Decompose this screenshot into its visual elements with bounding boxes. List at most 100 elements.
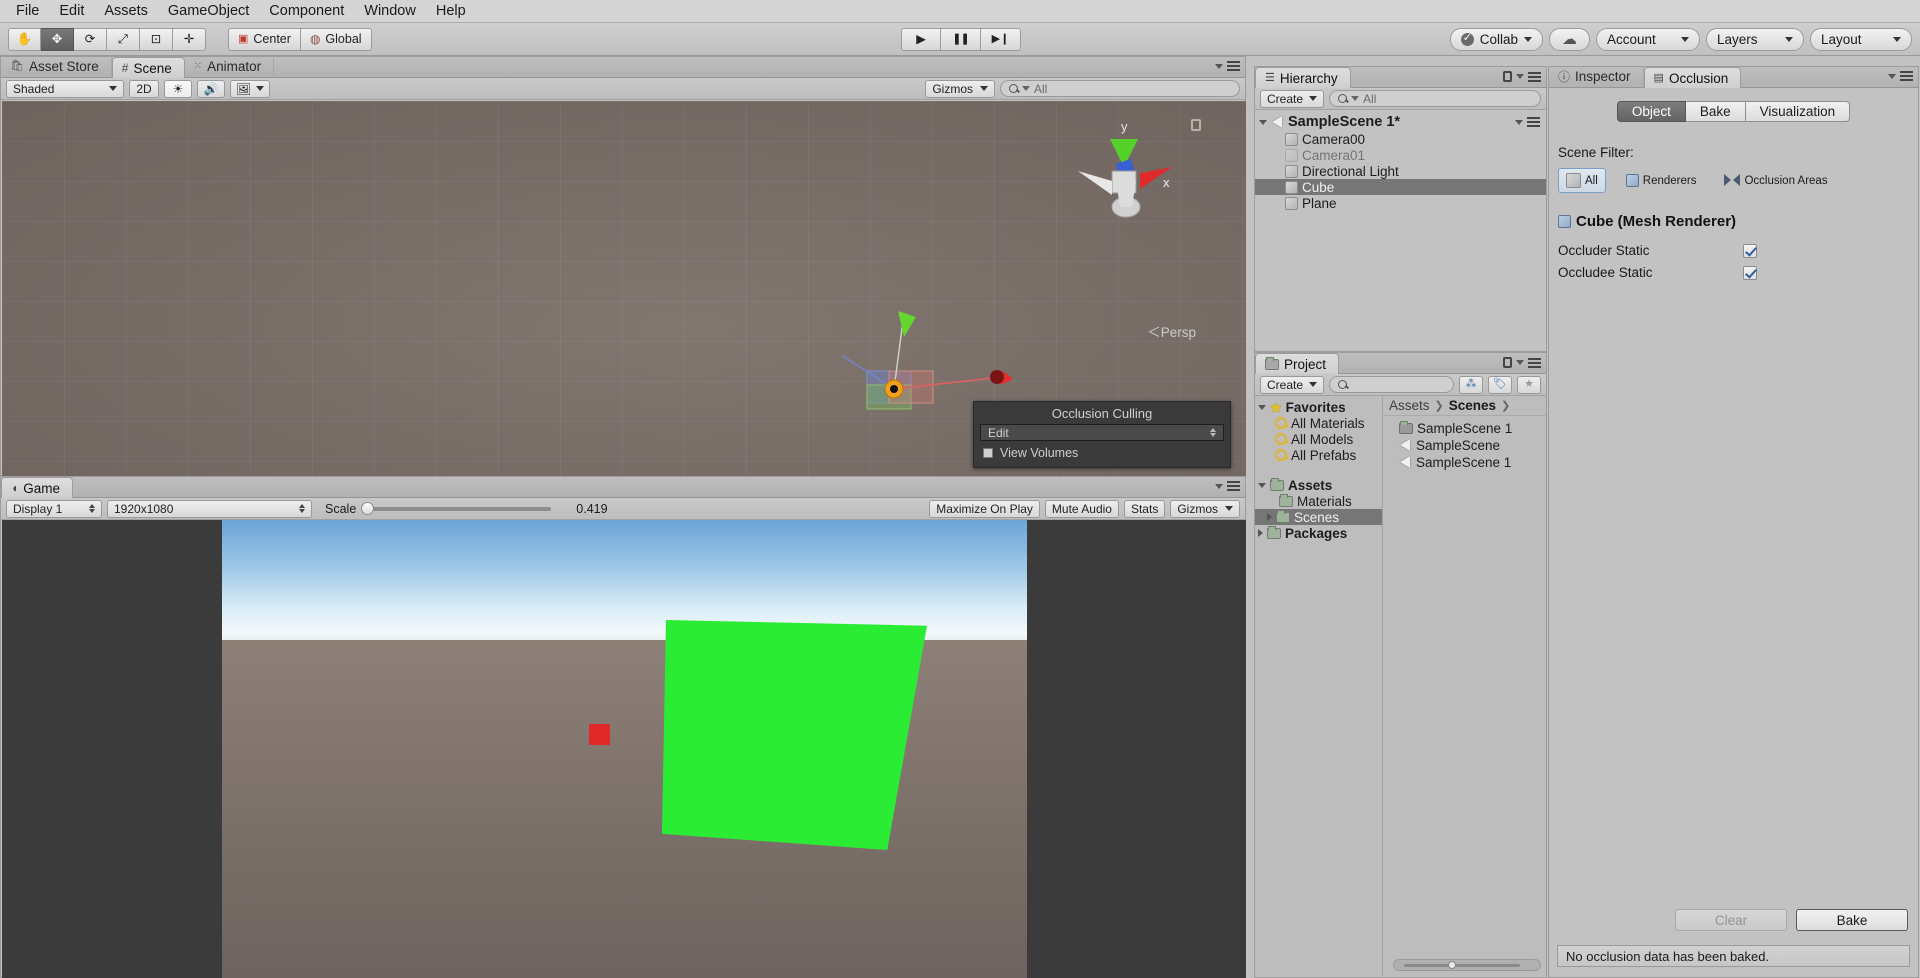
scene-orientation-gizmo[interactable]: y x xyxy=(1068,115,1178,233)
scene-audio-button[interactable]: 🔊 xyxy=(197,79,225,98)
project-zoom-slider[interactable] xyxy=(1393,959,1541,971)
project-favorite-all-models[interactable]: All Models xyxy=(1255,431,1382,447)
menu-item-file[interactable]: File xyxy=(6,0,49,23)
rotate-tool-button[interactable]: ⟳ xyxy=(74,27,107,51)
filter-all-button[interactable]: All xyxy=(1558,168,1606,193)
project-file-item[interactable]: SampleScene 1 xyxy=(1383,420,1546,437)
maximize-on-play-button[interactable]: Maximize On Play xyxy=(929,499,1040,518)
menu-item-component[interactable]: Component xyxy=(259,0,354,23)
game-tab-menu[interactable] xyxy=(1215,481,1240,491)
mute-audio-button[interactable]: Mute Audio xyxy=(1044,499,1119,518)
scene-tab-menu[interactable] xyxy=(1215,61,1240,71)
project-filter-type-button[interactable]: ⁂ xyxy=(1459,375,1483,394)
blue-axis-arrow[interactable] xyxy=(857,341,867,351)
tab-animator[interactable]: ⁙ Animator xyxy=(185,56,275,77)
hierarchy-item-cube[interactable]: Cube xyxy=(1255,179,1546,195)
menu-item-edit[interactable]: Edit xyxy=(49,0,94,23)
scene-lighting-button[interactable]: ☀ xyxy=(164,79,192,98)
menu-item-assets[interactable]: Assets xyxy=(94,0,158,23)
layout-button[interactable]: Layout xyxy=(1810,27,1912,51)
project-file-item[interactable]: SampleScene 1 xyxy=(1383,454,1546,471)
tab-asset-store[interactable]: 🛍 Asset Store xyxy=(1,56,112,77)
pause-button[interactable]: ❚❚ xyxy=(941,27,981,51)
project-favorite-all-prefabs[interactable]: All Prefabs xyxy=(1255,447,1382,463)
hand-tool-button[interactable]: ✋ xyxy=(8,27,41,51)
project-file-item[interactable]: SampleScene xyxy=(1383,437,1546,454)
lock-icon[interactable] xyxy=(1503,71,1512,82)
game-scale-slider[interactable]: Scale 0.419 xyxy=(325,501,608,516)
hierarchy-tab-menu[interactable] xyxy=(1503,71,1541,82)
breadcrumb-scenes[interactable]: Scenes xyxy=(1449,398,1496,413)
scene-fx-button[interactable]: 🖼 xyxy=(230,79,270,98)
bake-button[interactable]: Bake xyxy=(1796,909,1908,931)
scene-lock-icon[interactable] xyxy=(1191,119,1201,131)
hierarchy-item-directional-light[interactable]: Directional Light xyxy=(1255,163,1546,179)
hierarchy-item-plane[interactable]: Plane xyxy=(1255,195,1546,211)
transform-tool-button[interactable]: ✛ xyxy=(173,27,206,51)
tab-bake[interactable]: Bake xyxy=(1685,101,1746,122)
game-gizmos-dropdown[interactable]: Gizmos xyxy=(1170,499,1240,518)
rect-tool-button[interactable]: ⊡ xyxy=(140,27,173,51)
tab-inspector[interactable]: ⓘ Inspector xyxy=(1549,66,1644,87)
pivot-mode-button[interactable]: ▣ Center xyxy=(228,27,301,51)
menu-item-help[interactable]: Help xyxy=(426,0,476,23)
project-filter-label-button[interactable]: 🏷 xyxy=(1488,375,1512,394)
panel-menu-icon[interactable] xyxy=(1227,61,1240,71)
chevron-right-icon[interactable] xyxy=(1267,513,1272,521)
tab-hierarchy[interactable]: ☰ Hierarchy xyxy=(1255,67,1351,88)
project-favorite-all-materials[interactable]: All Materials xyxy=(1255,415,1382,431)
menu-item-gameobject[interactable]: GameObject xyxy=(158,0,259,23)
view-volumes-checkbox[interactable] xyxy=(983,448,993,458)
project-folder-materials[interactable]: Materials xyxy=(1255,493,1382,509)
view-volumes-row[interactable]: View Volumes xyxy=(974,441,1230,467)
hierarchy-create-button[interactable]: Create xyxy=(1260,89,1325,108)
project-create-button[interactable]: Create xyxy=(1260,375,1325,394)
menu-item-window[interactable]: Window xyxy=(354,0,426,23)
scene-menu-icon[interactable] xyxy=(1527,117,1540,127)
toggle-2d-button[interactable]: 2D xyxy=(129,79,159,98)
chevron-right-icon[interactable] xyxy=(1258,529,1263,537)
project-search-input[interactable] xyxy=(1329,376,1454,393)
inspector-tab-menu[interactable] xyxy=(1888,71,1913,81)
shading-mode-dropdown[interactable]: Shaded xyxy=(6,79,124,98)
hierarchy-search-input[interactable]: All xyxy=(1329,90,1541,107)
move-tool-button[interactable]: ✥ xyxy=(41,27,74,51)
scene-viewport[interactable]: y x ＜Persp Occlusion Culling Edit View V… xyxy=(2,101,1246,476)
step-button[interactable]: ▶❙ xyxy=(981,27,1021,51)
account-button[interactable]: Account xyxy=(1596,27,1700,51)
scene-gizmos-dropdown[interactable]: Gizmos xyxy=(925,79,995,98)
filter-occlusion-areas-button[interactable]: Occlusion Areas xyxy=(1716,168,1835,193)
hierarchy-scene-root[interactable]: SampleScene 1* xyxy=(1255,113,1546,131)
tab-visualization[interactable]: Visualization xyxy=(1745,101,1851,122)
scene-search-input[interactable]: All xyxy=(1000,80,1240,97)
project-assets-root[interactable]: Assets xyxy=(1255,477,1382,493)
project-packages-root[interactable]: Packages xyxy=(1255,525,1382,541)
panel-menu-icon[interactable] xyxy=(1900,71,1913,81)
tab-scene[interactable]: # Scene xyxy=(111,57,185,78)
occluder-static-checkbox[interactable] xyxy=(1743,243,1757,258)
clear-button[interactable]: Clear xyxy=(1675,909,1787,931)
breadcrumb-assets[interactable]: Assets xyxy=(1389,398,1430,413)
cloud-services-button[interactable]: ☁ xyxy=(1549,27,1590,51)
hierarchy-item-camera00[interactable]: Camera00 xyxy=(1255,131,1546,147)
scale-slider-track[interactable] xyxy=(361,501,552,515)
panel-menu-icon[interactable] xyxy=(1528,357,1541,368)
persp-mode-label[interactable]: ＜Persp xyxy=(1147,321,1196,341)
chevron-down-icon[interactable] xyxy=(1258,404,1266,410)
project-folder-scenes[interactable]: Scenes xyxy=(1255,509,1382,525)
project-favorites-root[interactable]: ★ Favorites xyxy=(1255,399,1382,415)
play-button[interactable]: ▶ xyxy=(901,27,941,51)
resolution-dropdown[interactable]: 1920x1080 xyxy=(107,499,312,518)
project-favorite-button[interactable]: ★ xyxy=(1517,375,1541,394)
panel-menu-icon[interactable] xyxy=(1227,481,1240,491)
hierarchy-item-camera01[interactable]: Camera01 xyxy=(1255,147,1546,163)
tab-game[interactable]: ◖ Game xyxy=(1,477,74,498)
occludee-static-checkbox[interactable] xyxy=(1743,265,1757,280)
chevron-down-icon[interactable] xyxy=(1259,119,1267,125)
layers-button[interactable]: Layers xyxy=(1706,27,1804,51)
tab-occlusion[interactable]: ▤ Occlusion xyxy=(1643,67,1742,88)
scale-tool-button[interactable]: ⤢ xyxy=(107,27,140,51)
collab-button[interactable]: Collab xyxy=(1449,27,1543,51)
scale-slider-knob[interactable] xyxy=(361,501,375,515)
chevron-down-icon[interactable] xyxy=(1258,482,1266,488)
